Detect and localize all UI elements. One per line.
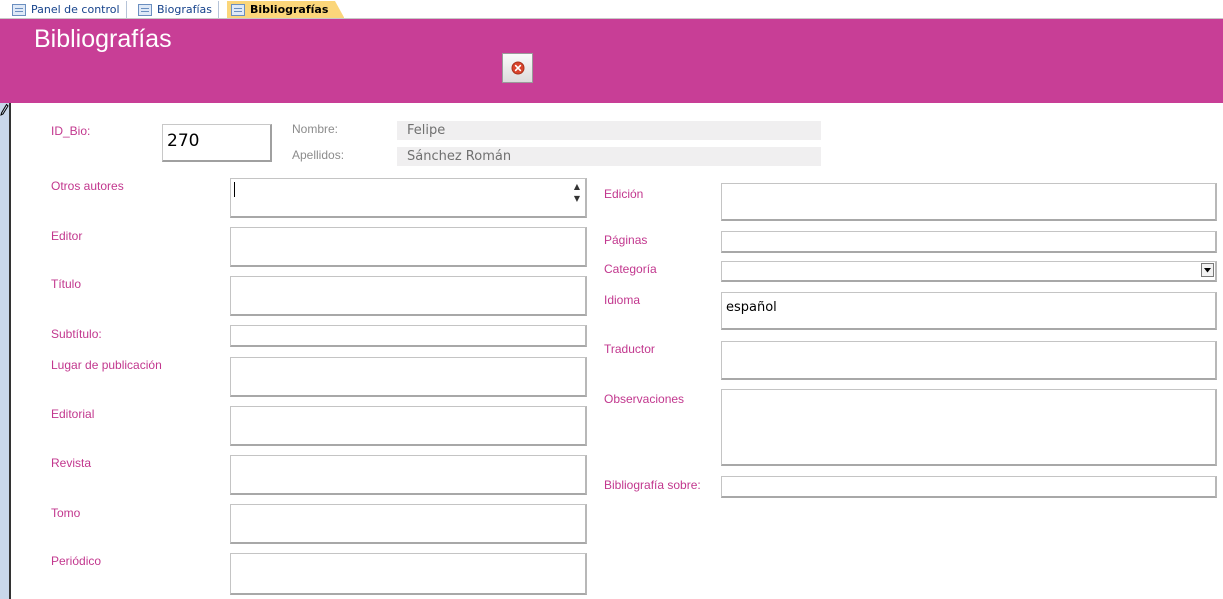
- periodico-field[interactable]: [230, 553, 587, 595]
- otros-autores-label: Otros autores: [51, 179, 124, 193]
- titulo-field[interactable]: [230, 276, 587, 316]
- revista-label: Revista: [51, 456, 92, 470]
- bibliografia-sobre-field[interactable]: [721, 476, 1217, 498]
- categoria-label: Categoría: [604, 262, 657, 276]
- form-icon: [12, 3, 26, 16]
- tab-biografias[interactable]: Biografías: [138, 1, 219, 18]
- tomo-field[interactable]: [230, 504, 587, 544]
- observaciones-field[interactable]: [721, 389, 1217, 466]
- tab-label: Panel de control: [31, 3, 120, 16]
- tab-label: Biografías: [157, 3, 212, 16]
- observaciones-label: Observaciones: [604, 392, 685, 406]
- scroll-up-icon[interactable]: ▲: [572, 181, 582, 193]
- traductor-field[interactable]: [721, 341, 1217, 380]
- idioma-field[interactable]: español: [721, 292, 1217, 330]
- id-bio-field[interactable]: 270: [162, 124, 272, 162]
- otros-autores-field[interactable]: ▲ ▼: [230, 178, 587, 218]
- titulo-label: Título: [51, 277, 82, 291]
- categoria-combobox[interactable]: [721, 261, 1217, 282]
- apellidos-label: Apellidos:: [292, 148, 345, 162]
- close-icon: [511, 61, 524, 75]
- edicion-field[interactable]: [721, 183, 1217, 221]
- record-selector-divider: [9, 103, 11, 599]
- revista-field[interactable]: [230, 455, 587, 495]
- edicion-label: Edición: [604, 187, 644, 201]
- form-icon: [138, 3, 152, 16]
- paginas-label: Páginas: [604, 233, 648, 247]
- scroll-down-icon[interactable]: ▼: [572, 193, 582, 205]
- tab-panel-de-control[interactable]: Panel de control: [12, 1, 127, 18]
- id-bio-label: ID_Bio:: [51, 124, 91, 138]
- editorial-label: Editorial: [51, 407, 95, 421]
- subtitulo-label: Subtítulo:: [51, 327, 102, 341]
- tab-bibliografias[interactable]: Bibliografías: [227, 1, 345, 18]
- tomo-label: Tomo: [51, 506, 81, 520]
- paginas-field[interactable]: [721, 231, 1217, 253]
- nombre-field[interactable]: Felipe: [397, 121, 821, 140]
- subtitulo-field[interactable]: [230, 325, 587, 347]
- editor-label: Editor: [51, 229, 83, 243]
- editorial-field[interactable]: [230, 406, 587, 446]
- document-tab-bar: Panel de control Biografías Bibliografía…: [0, 0, 1223, 19]
- form-title: Bibliografías: [34, 25, 172, 53]
- idioma-label: Idioma: [604, 293, 641, 307]
- text-cursor: [234, 182, 235, 197]
- form-icon: [231, 3, 245, 16]
- apellidos-field[interactable]: Sánchez Román: [397, 147, 821, 166]
- form-header: Bibliografías: [9, 19, 1223, 103]
- close-form-button[interactable]: [502, 53, 533, 83]
- field-scrollbar[interactable]: ▲ ▼: [572, 181, 582, 211]
- bibliografia-sobre-label: Bibliografía sobre:: [604, 478, 701, 492]
- editor-field[interactable]: [230, 227, 587, 267]
- tab-label: Bibliografías: [250, 3, 329, 16]
- nombre-label: Nombre:: [292, 122, 339, 136]
- chevron-down-icon[interactable]: [1201, 263, 1214, 277]
- periodico-label: Periódico: [51, 554, 102, 568]
- pencil-icon: [0, 103, 9, 116]
- lugar-publicacion-label: Lugar de publicación: [51, 358, 162, 372]
- lugar-publicacion-field[interactable]: [230, 357, 587, 397]
- traductor-label: Traductor: [604, 342, 655, 356]
